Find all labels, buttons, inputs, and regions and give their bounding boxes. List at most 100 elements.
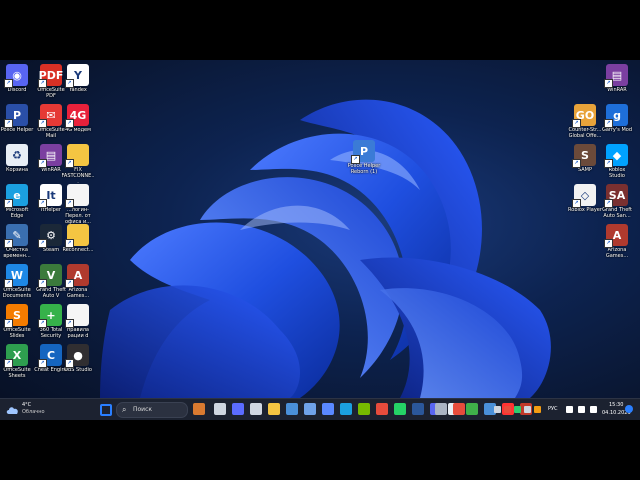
shortcut-arrow-icon: ↗ [604, 119, 613, 128]
shortcut-arrow-icon: ↗ [38, 319, 47, 328]
desktop-icon[interactable]: ♻ Корзина [0, 144, 34, 173]
shortcut-arrow-icon: ↗ [572, 199, 581, 208]
notification-icon[interactable] [625, 405, 633, 413]
shortcut-arrow-icon: ↗ [572, 119, 581, 128]
steam-icon: ⚙ ↗ [38, 224, 62, 248]
obs-icon: ● ↗ [65, 344, 89, 368]
shortcut-arrow-icon: ↗ [65, 199, 74, 208]
desktop-icon-label: Police Helper Reborn (1) [347, 163, 381, 175]
desktop-icon[interactable]: ↗ Reconnect... [61, 224, 95, 253]
game-app-icon[interactable] [193, 403, 205, 415]
shortcut-arrow-icon: ↗ [38, 119, 47, 128]
shortcut-arrow-icon: ↗ [4, 199, 13, 208]
gta-sa-icon: SA ↗ [604, 184, 628, 208]
task-view-icon[interactable] [214, 403, 226, 415]
weather-description: Облачно [22, 409, 45, 415]
shortcut-arrow-icon: ↗ [65, 159, 74, 168]
sheets-icon: X ↗ [4, 344, 28, 368]
desktop-icon[interactable]: S ↗ OfficeSuite Slides [0, 304, 34, 339]
shortcut-arrow-icon: ↗ [4, 239, 13, 248]
edge-icon: e ↗ [4, 184, 28, 208]
desktop-icon[interactable]: ✎ ↗ Очистка временн... [0, 224, 34, 259]
desktop-screen: ◉ ↗ Discord PDF ↗ OfficeSuite PDF Y ↗ Yandex P ↗ Po… [0, 60, 640, 420]
desktop-icon-label: Counter-Str... Global Offe... [568, 127, 602, 139]
desktop-icon[interactable]: S ↗ SAMP [568, 144, 602, 173]
desktop-icon-label: Microsoft Edge [5, 207, 29, 219]
desktop-icon[interactable]: ◇ ↗ Roblox Player [568, 184, 602, 213]
chrome-icon[interactable] [376, 403, 388, 415]
desktop-icon-label: OfficeSuite Documents [2, 287, 32, 299]
police-helper-icon: P ↗ [351, 140, 375, 164]
desktop-icon[interactable]: Y ↗ Yandex [61, 64, 95, 93]
app-icon[interactable] [286, 403, 298, 415]
speaker-icon[interactable] [578, 406, 585, 413]
tray-app-icon[interactable] [514, 406, 521, 413]
document-icon: ↗ [65, 304, 89, 328]
shortcut-arrow-icon: ↗ [604, 239, 613, 248]
desktop-icon[interactable]: X ↗ OfficeSuite Sheets [0, 344, 34, 379]
tray-app-icon[interactable] [524, 406, 531, 413]
documents-icon: W ↗ [4, 264, 28, 288]
shortcut-arrow-icon: ↗ [572, 159, 581, 168]
search-input[interactable]: ⌕ Поиск [116, 402, 188, 418]
search-placeholder: Поиск [133, 406, 153, 413]
edge-icon[interactable] [340, 403, 352, 415]
shortcut-arrow-icon: ↗ [4, 279, 13, 288]
desktop-icon[interactable]: ↗ правила рации d [61, 304, 95, 339]
desktop-icon[interactable]: ◉ ↗ Discord [0, 64, 34, 93]
desktop-icon[interactable]: W ↗ OfficeSuite Documents [0, 264, 34, 299]
shortcut-arrow-icon: ↗ [38, 359, 47, 368]
desktop-icon[interactable]: ↗ FIX FASTCONNE... [61, 144, 95, 185]
desktop-icon[interactable]: GO ↗ Counter-Str... Global Offe... [568, 104, 602, 139]
pdf-icon: PDF ↗ [38, 64, 63, 88]
tray-app-icon[interactable] [504, 406, 511, 413]
shortcut-arrow-icon: ↗ [65, 119, 74, 128]
roblox-studio-icon: ◆ ↗ [604, 144, 628, 168]
battery-icon[interactable] [590, 406, 597, 413]
start-icon[interactable] [100, 404, 112, 416]
desktop-icon[interactable]: e ↗ Microsoft Edge [0, 184, 34, 219]
roblox-icon: ◇ ↗ [572, 184, 596, 208]
desktop-icon[interactable]: A ↗ Arizona Games... [600, 224, 634, 259]
chevron-up-icon[interactable] [494, 406, 501, 413]
cheat-engine-icon: C ↗ [38, 344, 62, 368]
tray-app-icon[interactable] [534, 406, 541, 413]
app-icon[interactable] [322, 403, 334, 415]
whatsapp-icon[interactable] [394, 403, 406, 415]
desktop-icon[interactable]: g ↗ Garry's Mod [600, 104, 634, 133]
app-icon[interactable] [453, 403, 465, 415]
chat-icon[interactable] [232, 403, 244, 415]
folder-icon: ↗ [65, 224, 89, 248]
wifi-icon[interactable] [566, 406, 573, 413]
wallpaper-bloom [100, 99, 551, 398]
desktop-icon[interactable]: ◆ ↗ Roblox Studio [600, 144, 634, 179]
desktop-icon[interactable]: P ↗ Police Helper Reborn (1) [347, 140, 381, 175]
desktop-icon[interactable]: ▤ ↗ WinRAR [600, 64, 634, 93]
ithelper-icon: It ↗ [38, 184, 62, 208]
desktop-icon[interactable]: ● ↗ OBS Studio [61, 344, 95, 373]
bloom-petals [100, 99, 551, 398]
steam-icon[interactable] [435, 403, 447, 415]
police-helper-icon: P ↗ [4, 104, 28, 128]
app-icon[interactable] [466, 403, 478, 415]
file-explorer-icon[interactable] [268, 403, 280, 415]
desktop-icon[interactable]: ↗ ...логин-Перел. от офиса и... [61, 184, 95, 225]
shortcut-arrow-icon: ↗ [604, 199, 613, 208]
taskbar: 4°C Облачно ⌕ Поиск РУС 15:30 04.10.2023 [0, 398, 640, 420]
desktop-icon[interactable]: A ↗ Arizona Games... [61, 264, 95, 299]
desktop-icon[interactable]: SA ↗ Grand Theft Auto San... [600, 184, 634, 219]
clock-time[interactable]: 15:30 [609, 402, 623, 408]
cloud-icon [6, 407, 18, 414]
language-indicator[interactable]: РУС [548, 406, 558, 412]
desktop-icon[interactable]: P ↗ Police Helper [0, 104, 34, 133]
shortcut-arrow-icon: ↗ [65, 319, 74, 328]
shortcut-arrow-icon: ↗ [4, 359, 13, 368]
word-icon[interactable] [412, 403, 424, 415]
search-icon: ⌕ [122, 405, 127, 414]
app-icon[interactable] [304, 403, 316, 415]
shortcut-arrow-icon: ↗ [38, 199, 47, 208]
shortcut-arrow-icon: ↗ [65, 359, 74, 368]
app-icon[interactable] [250, 403, 262, 415]
nvidia-icon[interactable] [358, 403, 370, 415]
desktop-icon[interactable]: 4G ↗ 4G модем [61, 104, 95, 133]
